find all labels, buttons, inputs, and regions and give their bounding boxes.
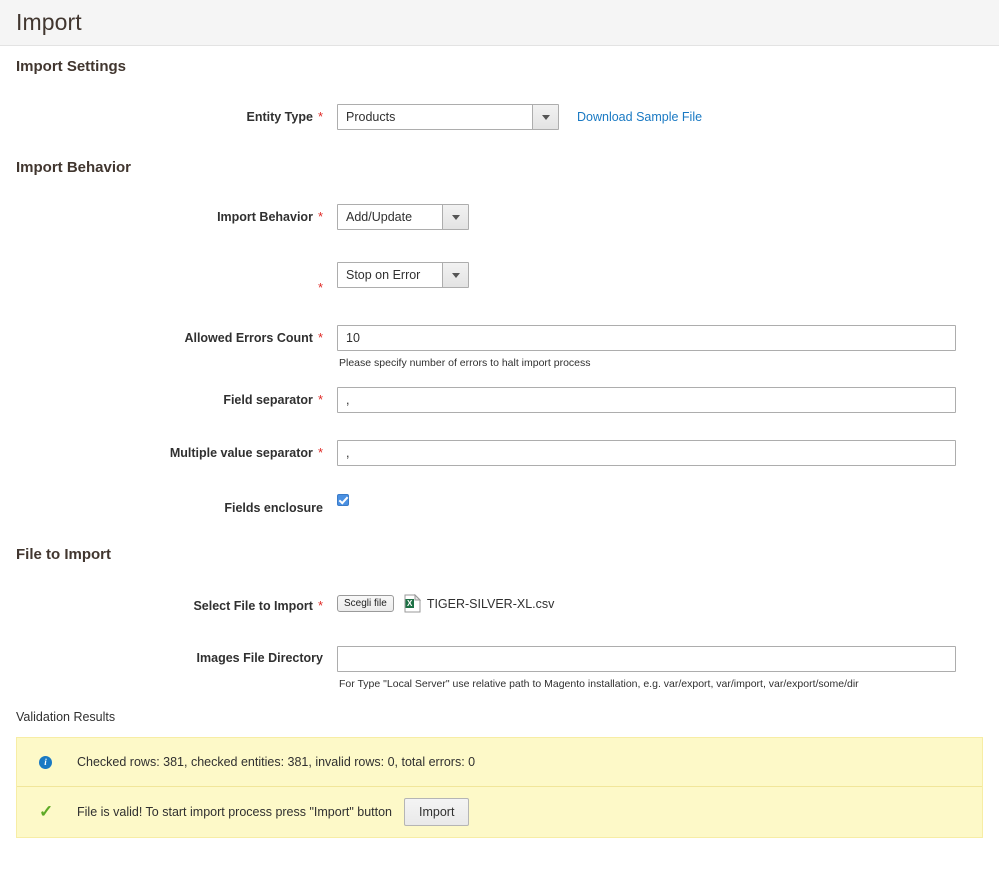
- validation-info-row: i Checked rows: 381, checked entities: 3…: [17, 738, 982, 786]
- page-header: Import: [0, 0, 999, 46]
- label-multiple-value-separator-text: Multiple value separator: [169, 446, 313, 460]
- csv-file-icon: X: [404, 593, 422, 613]
- control-import-behavior: Add/Update: [323, 204, 469, 230]
- error-strategy-select[interactable]: Stop on Error: [337, 262, 469, 288]
- images-directory-helper-text: For Type "Local Server" use relative pat…: [339, 678, 859, 690]
- download-sample-file-link[interactable]: Download Sample File: [577, 110, 702, 124]
- fields-enclosure-checkbox[interactable]: [337, 494, 349, 506]
- chevron-down-icon[interactable]: [532, 105, 558, 129]
- page-content: Import Settings Entity Type * Products Do…: [0, 46, 999, 838]
- field-row-fields-enclosure: Fields enclosure: [16, 494, 983, 515]
- control-field-separator: [323, 387, 956, 413]
- selected-file-name: TIGER-SILVER-XL.csv: [426, 596, 555, 611]
- validation-info-message: Checked rows: 381, checked entities: 381…: [77, 755, 476, 769]
- page-title: Import: [16, 9, 82, 35]
- check-mark-icon: ✓: [39, 802, 54, 821]
- label-field-separator-text: Field separator: [223, 393, 313, 407]
- label-fields-enclosure: Fields enclosure: [224, 501, 323, 515]
- label-images-directory: Images File Directory: [196, 651, 323, 665]
- field-row-field-separator: Field separator *: [16, 387, 983, 413]
- import-behavior-value: Add/Update: [346, 210, 413, 224]
- control-multiple-value-separator: [323, 440, 956, 466]
- label-field-separator: Field separator *: [16, 387, 323, 407]
- label-multiple-value-separator: Multiple value separator *: [16, 440, 323, 460]
- field-row-error-strategy: * Stop on Error: [16, 262, 983, 295]
- field-row-import-behavior: Import Behavior * Add/Update: [16, 204, 983, 230]
- section-title-import-settings: Import Settings: [16, 58, 127, 75]
- allowed-errors-helper-text: Please specify number of errors to halt …: [339, 357, 591, 369]
- chevron-down-icon[interactable]: [442, 263, 468, 287]
- allowed-errors-count-input[interactable]: [337, 325, 956, 351]
- chevron-down-icon[interactable]: [442, 205, 468, 229]
- control-entity-type: Products Download Sample File: [323, 104, 702, 130]
- label-entity-type: Entity Type *: [16, 104, 323, 124]
- label-allowed-errors: Allowed Errors Count *: [16, 325, 323, 345]
- validation-success-row: ✓ File is valid! To start import process…: [17, 786, 982, 836]
- svg-text:X: X: [407, 599, 413, 608]
- field-row-images-directory: Images File Directory For Type "Local Se…: [16, 646, 983, 690]
- entity-type-select[interactable]: Products: [337, 104, 559, 130]
- field-row-allowed-errors: Allowed Errors Count* Please specify num…: [16, 325, 983, 369]
- field-row-entity-type: Entity Type * Products Download Sample Fi…: [16, 104, 983, 130]
- label-select-file-text: Select File to Import: [193, 599, 313, 613]
- control-fields-enclosure: [323, 494, 349, 509]
- import-button[interactable]: Import: [404, 797, 470, 826]
- label-allowed-errors-text: Allowed Errors Count: [184, 331, 313, 345]
- entity-type-value: Products: [346, 110, 396, 124]
- label-entity-type-text: Entity Type: [246, 110, 313, 124]
- label-import-behavior: Import Behavior *: [16, 204, 323, 224]
- field-row-select-file: Select File to Import * Scegli file X TIG…: [16, 593, 983, 613]
- validation-success-message: File is valid! To start import process p…: [77, 804, 393, 819]
- label-error-strategy: *: [16, 262, 323, 295]
- field-separator-input[interactable]: [337, 387, 956, 413]
- control-allowed-errors: Please specify number of errors to halt …: [323, 325, 956, 369]
- choose-file-button[interactable]: Scegli file: [337, 595, 394, 612]
- label-select-file: Select File to Import *: [16, 594, 323, 613]
- control-select-file: Scegli file X TIGER-SILVER-XL.csv: [323, 593, 555, 613]
- section-title-file-to-import: File to Import: [16, 546, 111, 563]
- field-row-multiple-value-separator: Multiple value separator *: [16, 440, 983, 466]
- images-file-directory-input[interactable]: [337, 646, 956, 672]
- error-strategy-value: Stop on Error: [346, 268, 421, 282]
- control-images-directory: For Type "Local Server" use relative pat…: [323, 646, 956, 690]
- multiple-value-separator-input[interactable]: [337, 440, 956, 466]
- info-circle-icon: i: [39, 755, 65, 769]
- import-behavior-select[interactable]: Add/Update: [337, 204, 469, 230]
- validation-results-box: i Checked rows: 381, checked entities: 3…: [16, 737, 983, 838]
- label-import-behavior-text: Import Behavior: [217, 210, 313, 224]
- control-error-strategy: Stop on Error: [323, 262, 469, 288]
- section-title-import-behavior: Import Behavior: [16, 159, 132, 176]
- validation-results-label: Validation Results: [16, 710, 116, 724]
